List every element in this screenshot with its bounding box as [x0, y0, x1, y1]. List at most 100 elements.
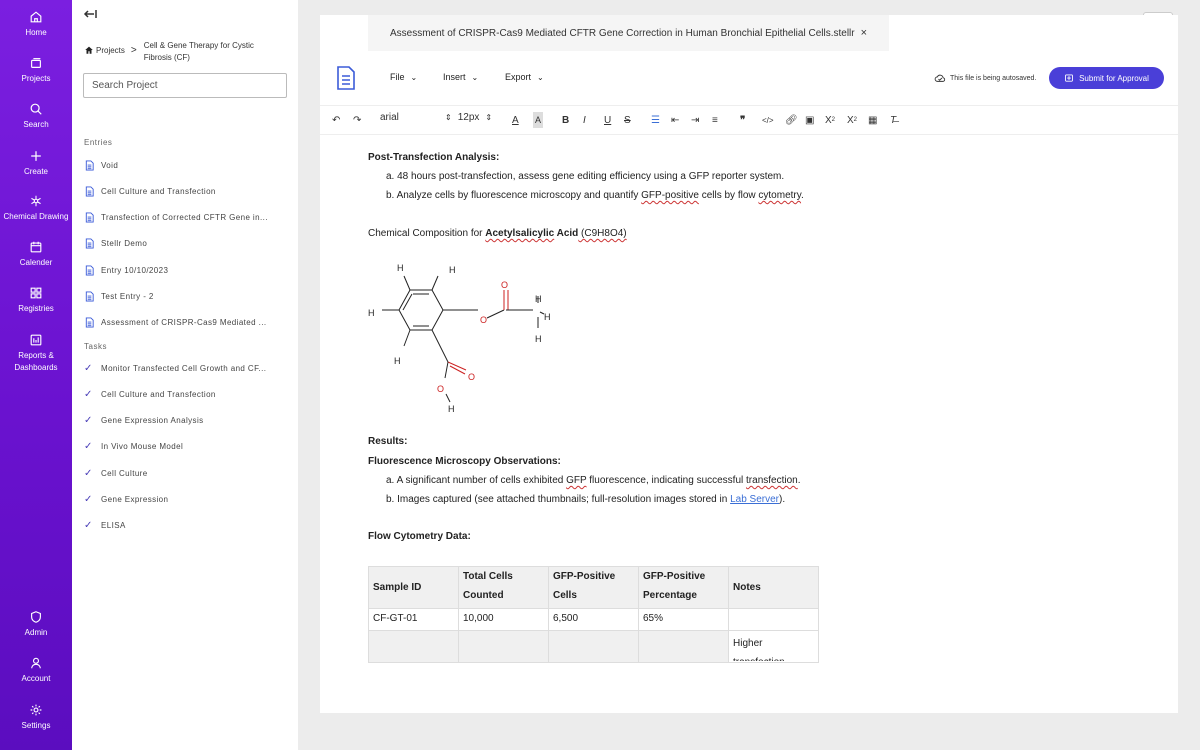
home-icon [30, 11, 42, 23]
atom-o: O [437, 384, 444, 394]
lab-server-link[interactable]: Lab Server [730, 494, 779, 505]
nav-chemical-drawing[interactable]: Chemical Drawing [0, 194, 72, 223]
superscript-icon[interactable]: X2 [847, 112, 857, 128]
underline-icon[interactable]: U [604, 112, 611, 128]
breadcrumb-projects[interactable]: Projects [96, 46, 125, 55]
table-cell[interactable] [638, 630, 729, 663]
atom-h: H [535, 294, 542, 304]
entry-item[interactable]: Cell Culture and Transfection [84, 182, 288, 200]
document-tab[interactable]: Assessment of CRISPR-Cas9 Mediated CFTR … [368, 15, 889, 51]
redo-icon[interactable]: ↷ [353, 112, 361, 128]
link-icon[interactable]: 🔗︎ [785, 112, 798, 128]
text-color-icon[interactable]: A [512, 112, 519, 128]
submit-for-approval-button[interactable]: Submit for Approval [1049, 67, 1164, 89]
entry-label: Cell Culture and Transfection [101, 186, 216, 196]
table-cell[interactable] [458, 630, 549, 663]
atom-h: H [397, 263, 404, 273]
image-icon[interactable]: ▣ [805, 112, 814, 128]
nav-calender[interactable]: Calender [0, 240, 72, 269]
grid-icon [30, 287, 42, 299]
bold-icon[interactable]: B [562, 112, 569, 128]
font-family-select[interactable]: arial [380, 112, 399, 123]
chemical-formula: (C9H8O4) [578, 228, 627, 239]
highlight-icon[interactable]: A [533, 112, 544, 128]
nav-label: Create [23, 167, 48, 176]
document-icon [85, 238, 94, 249]
entry-label: Void [101, 160, 119, 170]
undo-icon[interactable]: ↶ [332, 112, 340, 128]
entry-item[interactable]: Stellr Demo [84, 235, 288, 253]
entry-item[interactable]: Test Entry - 2 [84, 288, 288, 306]
home-icon[interactable] [84, 45, 94, 55]
nav-reports[interactable]: Reports & Dashboards [0, 333, 72, 374]
notes-text: Higher transfection [733, 638, 785, 661]
text-run: b. Analyze cells by fluorescence microsc… [386, 190, 642, 201]
strikethrough-icon[interactable]: S [624, 112, 631, 128]
table-header: Sample ID [368, 566, 459, 609]
nav-label: Chemical Drawing [3, 212, 69, 221]
check-icon: ✓ [84, 467, 93, 479]
task-item[interactable]: ✓ In Vivo Mouse Model [84, 438, 288, 456]
task-label: ELISA [101, 521, 126, 531]
nav-search[interactable]: Search [0, 102, 72, 131]
table-cell[interactable] [548, 630, 639, 663]
text-run: . [797, 475, 801, 486]
quote-icon[interactable]: ❞ [740, 112, 745, 128]
atom-h: H [449, 265, 456, 275]
atom-h: H [448, 404, 455, 414]
entry-item[interactable]: Assessment of CRISPR-Cas9 Mediated ... [84, 314, 288, 332]
insert-menu[interactable]: Insert ⌄ [443, 72, 478, 82]
numbered-list-icon[interactable]: ☰ [651, 112, 660, 128]
atom-h: H [368, 308, 375, 318]
nav-label: Account [21, 674, 51, 683]
subscript-icon[interactable]: X2 [825, 112, 835, 128]
italic-icon[interactable]: I [583, 112, 586, 128]
search-project-input[interactable] [83, 73, 287, 98]
nav-account[interactable]: Account [0, 656, 72, 685]
code-icon[interactable]: </> [762, 112, 774, 128]
table-cell[interactable]: Higher transfection [728, 630, 819, 663]
entry-item[interactable]: Transfection of Corrected CFTR Gene in..… [84, 209, 288, 227]
text-run: b. Images captured (see attached thumbna… [386, 494, 731, 505]
table-cell[interactable]: 6,500 [548, 608, 639, 631]
outdent-icon[interactable]: ⇤ [671, 112, 679, 128]
text-run: Chemical Composition for [368, 228, 486, 239]
atom-h: H [535, 334, 542, 344]
file-menu[interactable]: File ⌄ [390, 72, 417, 82]
collapse-left-icon[interactable] [82, 6, 100, 24]
table-cell[interactable]: 65% [638, 608, 729, 631]
breadcrumb-project[interactable]: Cell & Gene Therapy for Cystic Fibrosis … [144, 40, 264, 64]
table-cell[interactable]: CF-GT-01 [368, 608, 459, 631]
font-size-select[interactable]: ⇕ 12px ⇕ [445, 112, 492, 123]
task-item[interactable]: ✓ Monitor Transfected Cell Growth and CF.… [84, 359, 288, 377]
check-icon: ✓ [84, 388, 93, 400]
close-tab-icon[interactable]: × [861, 27, 867, 39]
nav-registries[interactable]: Registries [0, 286, 72, 315]
document-footer-space [320, 663, 1178, 713]
task-item[interactable]: ✓ Gene Expression [84, 491, 288, 509]
clear-format-icon[interactable]: T̶ [890, 112, 896, 128]
post-transfection-b: b. Analyze cells by fluorescence microsc… [386, 190, 804, 201]
nav-admin[interactable]: Admin [0, 610, 72, 639]
nav-projects[interactable]: Projects [0, 56, 72, 85]
nav-label: Search [23, 120, 49, 129]
table-icon[interactable]: ▦ [868, 112, 877, 128]
task-item[interactable]: ✓ Cell Culture [84, 464, 288, 482]
nav-settings[interactable]: Settings [0, 703, 72, 732]
fluorescence-b: b. Images captured (see attached thumbna… [386, 494, 785, 505]
indent-icon[interactable]: ⇥ [691, 112, 699, 128]
task-label: Cell Culture [101, 468, 148, 478]
task-item[interactable]: ✓ ELISA [84, 517, 288, 535]
entry-item[interactable]: Entry 10/10/2023 [84, 261, 288, 279]
export-menu[interactable]: Export ⌄ [505, 72, 544, 82]
align-icon[interactable]: ≡ [712, 112, 718, 128]
table-cell[interactable] [368, 630, 459, 663]
entry-item[interactable]: Void [84, 156, 288, 174]
nav-create[interactable]: Create [0, 149, 72, 178]
table-cell[interactable] [728, 608, 819, 631]
text-run: a. A significant number of cells exhibit… [386, 475, 567, 486]
table-cell[interactable]: 10,000 [458, 608, 549, 631]
nav-home[interactable]: Home [0, 10, 72, 39]
task-item[interactable]: ✓ Gene Expression Analysis [84, 412, 288, 430]
task-item[interactable]: ✓ Cell Culture and Transfection [84, 385, 288, 403]
